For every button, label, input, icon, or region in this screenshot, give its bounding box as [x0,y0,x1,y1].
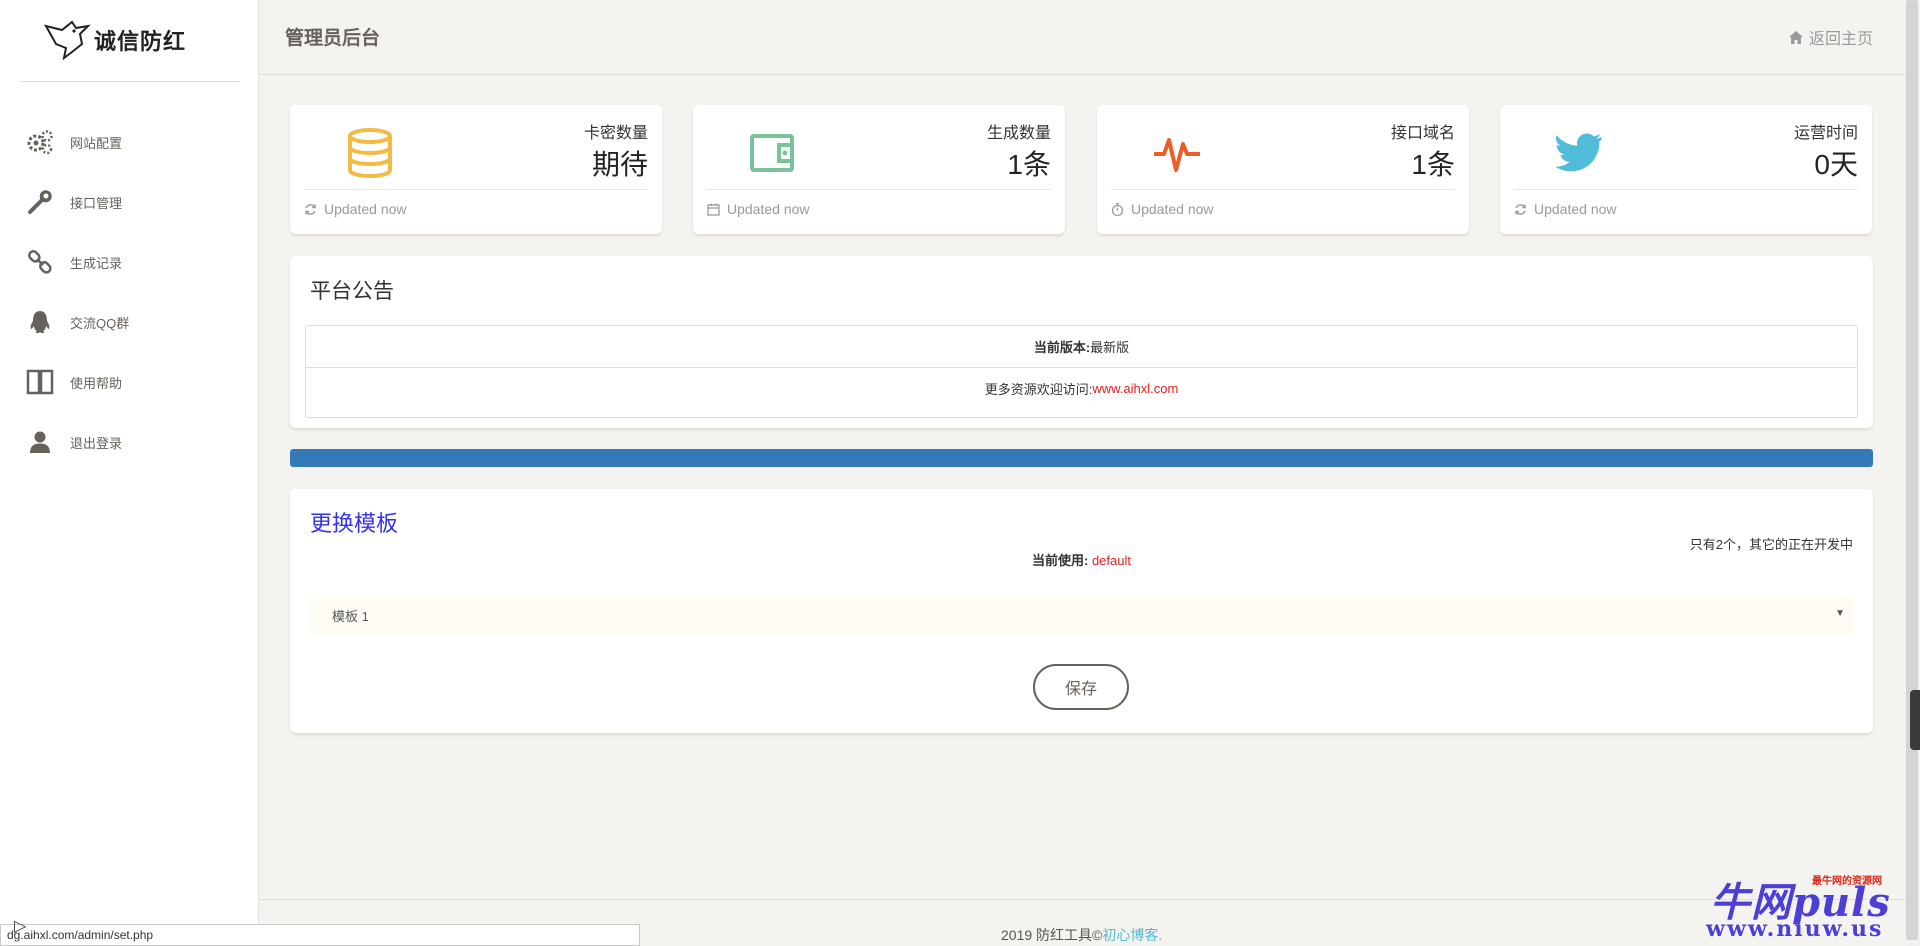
progress-bar [290,449,1873,467]
stat-label: 生成数量 [986,125,1051,142]
stat-footer-text: Updated now [1534,201,1617,217]
sidebar-item-records[interactable]: 生成记录 [0,232,258,292]
sidebar-item-qq-group[interactable]: 交流QQ群 [0,292,258,352]
stat-footer: Updated now [304,201,407,217]
stat-footer-text: Updated now [324,201,407,217]
watermark-logo: 牛网puls 最牛网的资源网 www.niuw.us [1706,868,1896,942]
template-card: 更换模板 只有2个，其它的正在开发中 当前使用: default 模板 1 ▼ … [290,489,1873,733]
visit-link[interactable]: www.aihxl.com [1092,381,1178,396]
sidebar: 诚信防红 网站配置 接口管理 生成记录 交流QQ群 使用帮助 退出登录 [0,0,259,946]
divider [707,189,1051,190]
top-navbar: 管理员后台 返回主页 [259,0,1920,75]
twitter-icon [1550,123,1610,183]
stat-value: 0天 [1814,149,1858,180]
sidebar-menu: 网站配置 接口管理 生成记录 交流QQ群 使用帮助 退出登录 [0,112,258,472]
current-template-value: default [1091,553,1131,568]
current-template: 当前使用: default [290,550,1873,569]
template-select-value: 模板 1 [332,608,369,624]
logo[interactable]: 诚信防红 [42,18,192,62]
footer-divider [259,899,1920,900]
book-icon [26,368,54,396]
stat-value: 期待 [591,149,648,180]
sidebar-item-label: 交流QQ群 [70,315,130,331]
stat-footer: Updated now [1111,201,1214,217]
sidebar-item-label: 退出登录 [70,435,123,451]
announcement-card: 平台公告 当前版本: 最新版 更多资源欢迎访问: www.aihxl.com [290,256,1873,428]
timer-icon [1111,202,1124,216]
bird-logo-icon [44,20,91,61]
gears-icon [26,128,54,156]
version-label: 当前版本: [1033,340,1091,355]
stat-card-domains: 接口域名 1条 Updated now [1097,105,1469,234]
watermark-tag: 最牛网的资源网 [1812,876,1882,887]
caret-down-icon: ▼ [1835,608,1845,619]
stat-value: 1条 [1007,149,1051,180]
scrollbar-thumb[interactable] [1906,0,1918,940]
refresh-icon [1515,203,1526,215]
link-icon [26,248,54,276]
stat-card-cards: 卡密数量 期待 Updated now [290,105,662,234]
stat-footer-text: Updated now [727,201,810,217]
home-icon [1788,30,1803,44]
sidebar-item-label: 生成记录 [70,255,123,271]
current-template-label: 当前使用: [1031,553,1089,568]
wallet-icon [743,123,803,183]
divider [1514,189,1858,190]
database-icon [340,123,400,183]
footer-text: 2019 防红工具© [1001,927,1103,943]
table-row: 更多资源欢迎访问: www.aihxl.com [306,367,1857,409]
announcement-title: 平台公告 [310,280,394,303]
stat-label: 接口域名 [1390,125,1455,142]
version-value: 最新版 [1090,340,1130,355]
media-play-icon[interactable]: ▷ [14,916,26,936]
stat-value: 1条 [1411,149,1455,180]
logo-text: 诚信防红 [94,29,187,55]
sidebar-item-label: 接口管理 [70,195,123,211]
stat-footer: Updated now [707,201,810,217]
sidebar-item-logout[interactable]: 退出登录 [0,412,258,472]
save-button[interactable]: 保存 [1033,664,1129,710]
footer-link[interactable]: 初心博客. [1102,927,1162,943]
stat-card-generated: 生成数量 1条 Updated now [693,105,1065,234]
pulse-icon [1147,123,1207,183]
divider [1111,189,1455,190]
table-row: 当前版本: 最新版 [306,326,1857,367]
logo-divider [20,81,240,82]
footer: 2019 防红工具©初心博客. [1001,925,1162,945]
stat-label: 卡密数量 [583,125,648,142]
progress-fill [290,449,1873,467]
stat-footer: Updated now [1514,201,1617,217]
home-link[interactable]: 返回主页 [1788,25,1873,49]
page-title: 管理员后台 [285,28,381,49]
side-widget-handle[interactable] [1910,690,1920,750]
qq-icon [26,308,54,336]
sidebar-item-help[interactable]: 使用帮助 [0,352,258,412]
divider [304,189,648,190]
visit-label: 更多资源欢迎访问: [984,382,1093,397]
sidebar-item-label: 网站配置 [70,135,123,151]
sidebar-item-label: 使用帮助 [70,375,123,391]
watermark-sub: www.niuw.us [1706,916,1884,942]
template-title[interactable]: 更换模板 [310,506,398,538]
stat-card-uptime: 运营时间 0天 Updated now [1500,105,1872,234]
status-bar-url: dg.aihxl.com/admin/set.php [0,924,640,946]
template-select[interactable]: 模板 1 ▼ [310,595,1853,635]
wrench-icon [26,188,54,216]
user-icon [26,428,54,456]
announcement-table: 当前版本: 最新版 更多资源欢迎访问: www.aihxl.com [305,325,1858,418]
home-link-label: 返回主页 [1808,31,1873,48]
stat-footer-text: Updated now [1131,201,1214,217]
stat-label: 运营时间 [1793,125,1858,142]
sidebar-item-site-config[interactable]: 网站配置 [0,112,258,172]
refresh-icon [305,203,316,215]
calendar-icon [707,203,720,216]
sidebar-item-api-manage[interactable]: 接口管理 [0,172,258,232]
